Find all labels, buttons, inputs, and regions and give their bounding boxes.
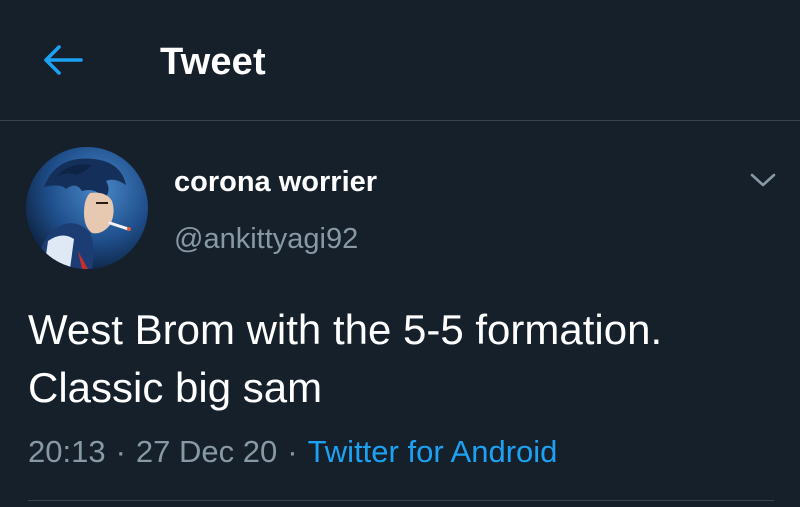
- tweet-text: West Brom with the 5-5 formation. Classi…: [28, 301, 788, 417]
- author-display-name[interactable]: corona worrier: [174, 165, 377, 199]
- divider: [28, 500, 774, 501]
- tweet-time: 20:13: [28, 434, 106, 469]
- arrow-left-icon: [44, 45, 83, 75]
- author-handle[interactable]: @ankittyagi92: [174, 222, 358, 256]
- tweet-menu-button[interactable]: [742, 162, 784, 198]
- chevron-down-icon: [750, 173, 776, 187]
- tweet-text-line: West Brom with the 5-5 formation.: [28, 306, 663, 353]
- anime-character-avatar: [26, 147, 148, 269]
- page-title: Tweet: [160, 41, 266, 83]
- top-app-bar: Tweet: [0, 0, 800, 121]
- tweet-date: 27 Dec 20: [135, 434, 278, 469]
- separator-dot: ·: [287, 434, 298, 469]
- tweet-detail-screen: Tweet corona worrier @ankittyagi92 West …: [0, 0, 800, 507]
- avatar[interactable]: [26, 147, 148, 269]
- separator-dot: ·: [115, 434, 126, 469]
- back-button[interactable]: [36, 36, 88, 84]
- tweet-text-line: Classic big sam: [28, 364, 323, 411]
- tweet-source-link[interactable]: Twitter for Android: [308, 434, 558, 469]
- tweet-metadata: 20:13 · 27 Dec 20 · Twitter for Android: [28, 432, 557, 472]
